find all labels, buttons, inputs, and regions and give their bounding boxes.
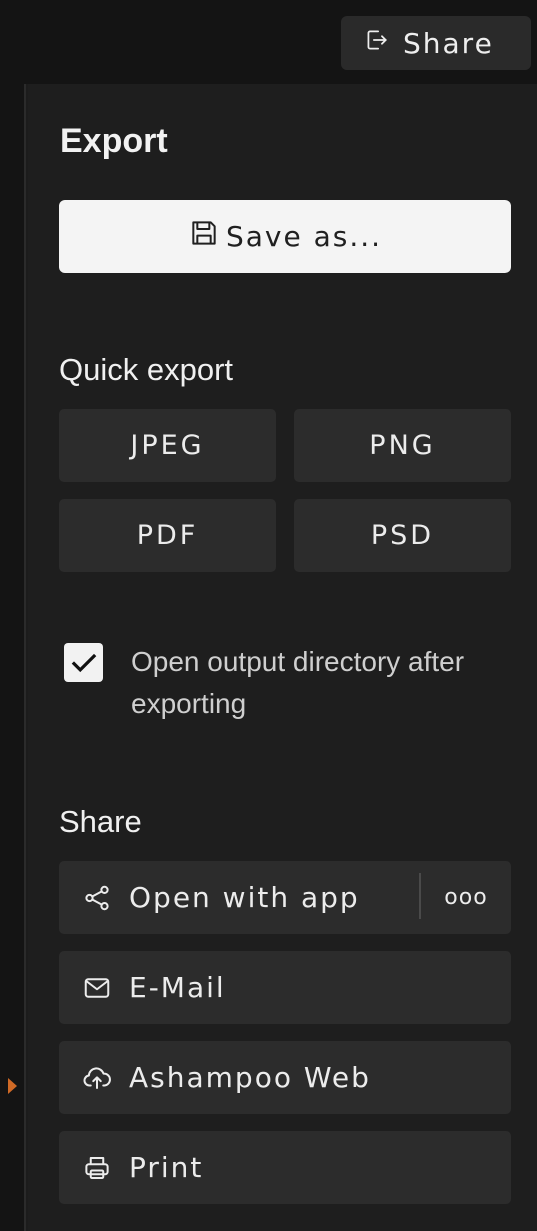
open-with-app-label: Open with app xyxy=(129,881,360,914)
share-export-icon xyxy=(363,27,389,60)
png-export-button[interactable]: PNG xyxy=(294,409,511,482)
open-directory-checkbox[interactable] xyxy=(64,643,103,682)
printer-icon xyxy=(81,1152,113,1184)
quick-export-heading: Quick export xyxy=(59,352,234,387)
left-gutter xyxy=(0,84,26,1231)
open-directory-label[interactable]: Open output directory after exporting xyxy=(131,641,471,725)
email-button[interactable]: E-Mail xyxy=(59,951,511,1024)
save-as-button[interactable]: Save as... xyxy=(59,200,511,273)
share-heading: Share xyxy=(59,804,142,839)
more-options-button[interactable]: ooo xyxy=(421,861,511,934)
top-bar: Share xyxy=(0,0,537,84)
share-top-label: Share xyxy=(403,26,494,60)
export-heading: Export xyxy=(60,122,168,160)
export-share-window: Share Export Save as... Quick export JPE… xyxy=(0,0,537,1231)
pdf-export-button[interactable]: PDF xyxy=(59,499,276,572)
email-label: E-Mail xyxy=(129,971,226,1004)
print-button[interactable]: Print xyxy=(59,1131,511,1204)
floppy-disk-icon xyxy=(188,217,220,256)
envelope-icon xyxy=(81,972,113,1004)
psd-export-button[interactable]: PSD xyxy=(294,499,511,572)
checkmark-icon xyxy=(71,653,96,672)
share-nodes-icon xyxy=(81,882,113,914)
ashampoo-web-button[interactable]: Ashampoo Web xyxy=(59,1041,511,1114)
share-top-button[interactable]: Share xyxy=(341,16,531,70)
print-label: Print xyxy=(129,1151,204,1184)
ashampoo-web-label: Ashampoo Web xyxy=(129,1061,371,1094)
cloud-upload-icon xyxy=(81,1062,113,1094)
jpeg-export-button[interactable]: JPEG xyxy=(59,409,276,482)
save-as-label: Save as... xyxy=(225,220,383,253)
